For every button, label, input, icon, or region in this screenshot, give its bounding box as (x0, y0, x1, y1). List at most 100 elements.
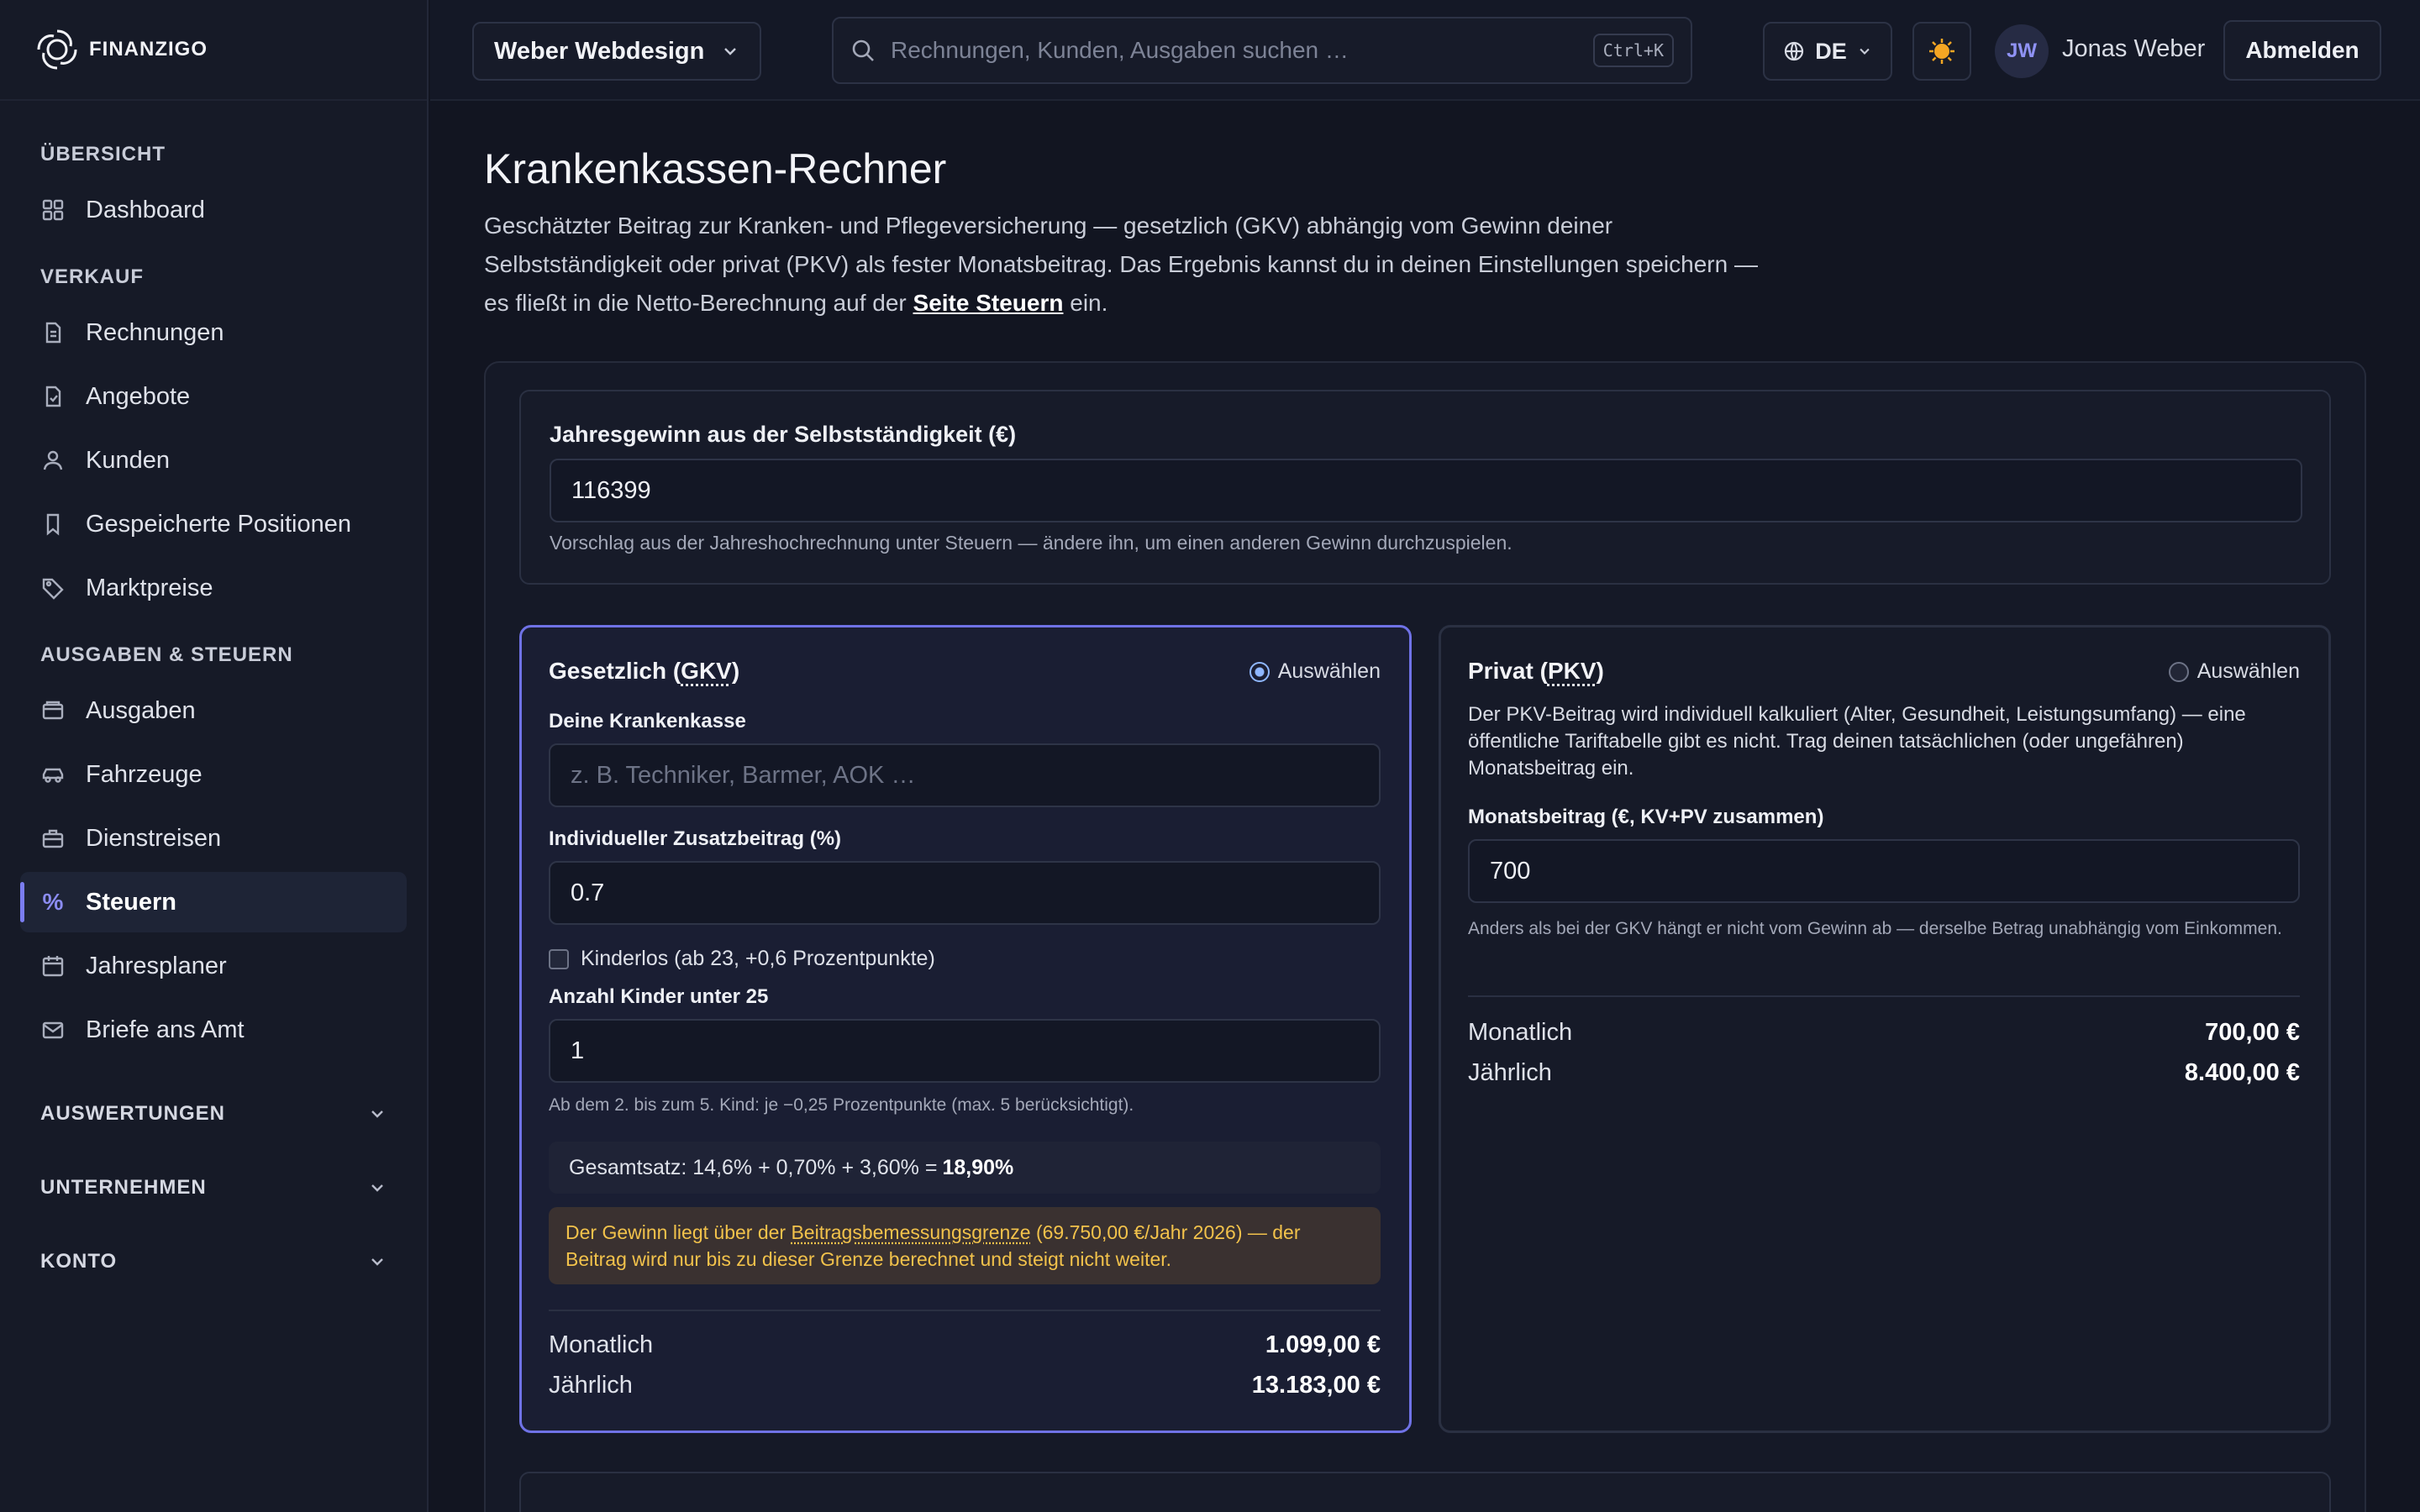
description-text: ein. (1063, 290, 1107, 316)
sidebar-item-label: Fahrzeuge (86, 761, 203, 789)
monthly-value: 700,00 € (2205, 1019, 2300, 1047)
pkv-beitrag-field[interactable] (1468, 839, 2300, 903)
sidebar-item-steuern[interactable]: % Steuern (20, 872, 407, 932)
sidebar-item-label: Steuern (86, 889, 176, 916)
comparison-summary (519, 1472, 2331, 1512)
zusatz-input[interactable] (571, 879, 1359, 907)
sidebar-item-label: Dienstreisen (86, 825, 221, 853)
chevron-down-icon (368, 1105, 387, 1123)
sidebar-item-label: Dashboard (86, 197, 205, 224)
sidebar: FINANZIGO ÜBERSICHT Dashboard VERKAUF Re… (0, 0, 429, 1512)
yearly-label: Jährlich (549, 1372, 633, 1399)
document-icon (40, 320, 66, 345)
profit-label: Jahresgewinn aus der Selbstständigkeit (… (550, 422, 1016, 448)
checkbox-label: Kinderlos (ab 23, +0,6 Prozentpunkte) (581, 947, 935, 971)
nav-group-label: UNTERNEHMEN (40, 1176, 207, 1200)
avatar[interactable]: JW (1995, 24, 2049, 78)
user-icon (40, 448, 66, 473)
chevron-down-icon (368, 1252, 387, 1271)
company-selector[interactable]: Weber Webdesign (472, 22, 761, 81)
sidebar-item-label: Angebote (86, 383, 190, 411)
title-text: Privat ( (1468, 658, 1548, 684)
pkv-monthly-row: Monatlich 700,00 € (1468, 1019, 2300, 1047)
nav-group-auswertungen[interactable]: AUSWERTUNGEN (0, 1077, 427, 1151)
profit-section: Jahresgewinn aus der Selbstständigkeit (… (519, 390, 2331, 585)
kinder-field[interactable] (549, 1019, 1381, 1083)
kinderlos-checkbox[interactable] (549, 949, 569, 969)
pkv-hint: Anders als bei der GKV hängt er nicht vo… (1468, 915, 2300, 942)
sidebar-item-label: Briefe ans Amt (86, 1016, 245, 1044)
nav-group-label: AUSWERTUNGEN (40, 1102, 225, 1126)
user-name[interactable]: Jonas Weber (2062, 35, 2205, 63)
rate-text: Gesamtsatz: 14,6% + 0,70% + 3,60% = (569, 1156, 937, 1180)
search-bar[interactable]: Ctrl+K (832, 17, 1692, 84)
monthly-label: Monatlich (1468, 1019, 1572, 1047)
grid-icon (40, 197, 66, 223)
globe-icon (1783, 40, 1805, 62)
sidebar-item-kunden[interactable]: Kunden (20, 430, 407, 491)
profit-field[interactable] (550, 459, 2302, 522)
bookmark-icon (40, 512, 66, 537)
radio-selected-indicator (1249, 662, 1270, 682)
brand-name: FINANZIGO (89, 38, 208, 61)
pkv-card[interactable]: Privat (PKV) Auswählen Der PKV-Beitrag w… (1439, 625, 2331, 1433)
yearly-label: Jährlich (1468, 1059, 1552, 1087)
profit-hint: Vorschlag aus der Jahreshochrechnung unt… (550, 529, 1512, 557)
monthly-value: 1.099,00 € (1265, 1331, 1381, 1359)
sidebar-item-label: Kunden (86, 447, 170, 475)
pkv-beitrag-input[interactable] (1490, 858, 2278, 885)
zusatz-field[interactable] (549, 861, 1381, 925)
pkv-title: Privat (PKV) (1468, 658, 1604, 685)
sidebar-item-dienstreisen[interactable]: Dienstreisen (20, 808, 407, 869)
sidebar-item-jahresplaner[interactable]: Jahresplaner (20, 936, 407, 996)
kasse-field[interactable] (549, 743, 1381, 807)
pkv-beitrag-label: Monatsbeitrag (€, KV+PV zusammen) (1468, 806, 1823, 829)
sidebar-item-label: Marktpreise (86, 575, 213, 602)
radio-label: Auswählen (2197, 659, 2300, 684)
title-abbr: PKV (1548, 658, 1597, 684)
rate-summary: Gesamtsatz: 14,6% + 0,70% + 3,60% = 18,90… (549, 1142, 1381, 1194)
zusatz-label: Individueller Zusatzbeitrag (%) (549, 827, 841, 851)
sidebar-item-rechnungen[interactable]: Rechnungen (20, 302, 407, 363)
nav-section-title: VERKAUF (0, 244, 427, 299)
bbg-warning: Der Gewinn liegt über der Beitragsbemess… (549, 1207, 1381, 1284)
brand[interactable]: FINANZIGO (0, 0, 427, 101)
document-check-icon (40, 384, 66, 409)
company-name: Weber Webdesign (494, 38, 704, 66)
bbg-term[interactable]: Beitragsbemessungsgrenze (791, 1221, 1030, 1243)
steuern-page-link[interactable]: Seite Steuern (913, 290, 1064, 316)
kasse-input[interactable] (571, 762, 1359, 790)
search-input[interactable] (891, 37, 1593, 64)
sidebar-item-angebote[interactable]: Angebote (20, 366, 407, 427)
page-title: Krankenkassen-Rechner (484, 144, 946, 193)
language-selector[interactable]: DE (1763, 22, 1892, 81)
briefcase-icon (40, 826, 66, 851)
gkv-title: Gesetzlich (GKV) (549, 658, 739, 685)
nav-group-unternehmen[interactable]: UNTERNEHMEN (0, 1151, 427, 1225)
pkv-select-radio[interactable]: Auswählen (2169, 659, 2300, 684)
sidebar-item-gespeicherte-positionen[interactable]: Gespeicherte Positionen (20, 494, 407, 554)
logout-button[interactable]: Abmelden (2223, 20, 2381, 81)
theme-toggle-button[interactable] (1912, 22, 1971, 81)
nav-group-konto[interactable]: KONTO (0, 1225, 427, 1299)
sun-icon (1928, 37, 1956, 66)
sidebar-item-marktpreise[interactable]: Marktpreise (20, 558, 407, 618)
yearly-value: 13.183,00 € (1252, 1372, 1381, 1399)
kasse-label: Deine Krankenkasse (549, 710, 746, 733)
profit-input[interactable] (571, 477, 2281, 505)
sidebar-item-ausgaben[interactable]: Ausgaben (20, 680, 407, 741)
kinderlos-checkbox-row[interactable]: Kinderlos (ab 23, +0,6 Prozentpunkte) (549, 947, 935, 971)
title-abbr: GKV (681, 658, 732, 684)
gkv-card[interactable]: Gesetzlich (GKV) Auswählen Deine Kranken… (519, 625, 1412, 1433)
gkv-select-radio[interactable]: Auswählen (1249, 659, 1381, 684)
calendar-icon (40, 953, 66, 979)
kinder-input[interactable] (571, 1037, 1359, 1065)
chevron-down-icon (1857, 44, 1872, 59)
sidebar-item-fahrzeuge[interactable]: Fahrzeuge (20, 744, 407, 805)
nav-section-title: AUSGABEN & STEUERN (0, 622, 427, 677)
sidebar-item-dashboard[interactable]: Dashboard (20, 180, 407, 240)
kinder-label: Anzahl Kinder unter 25 (549, 985, 768, 1009)
sidebar-item-briefe-ans-amt[interactable]: Briefe ans Amt (20, 1000, 407, 1060)
sidebar-item-label: Ausgaben (86, 697, 196, 725)
kinder-hint: Ab dem 2. bis zum 5. Kind: je −0,25 Proz… (549, 1091, 1134, 1119)
